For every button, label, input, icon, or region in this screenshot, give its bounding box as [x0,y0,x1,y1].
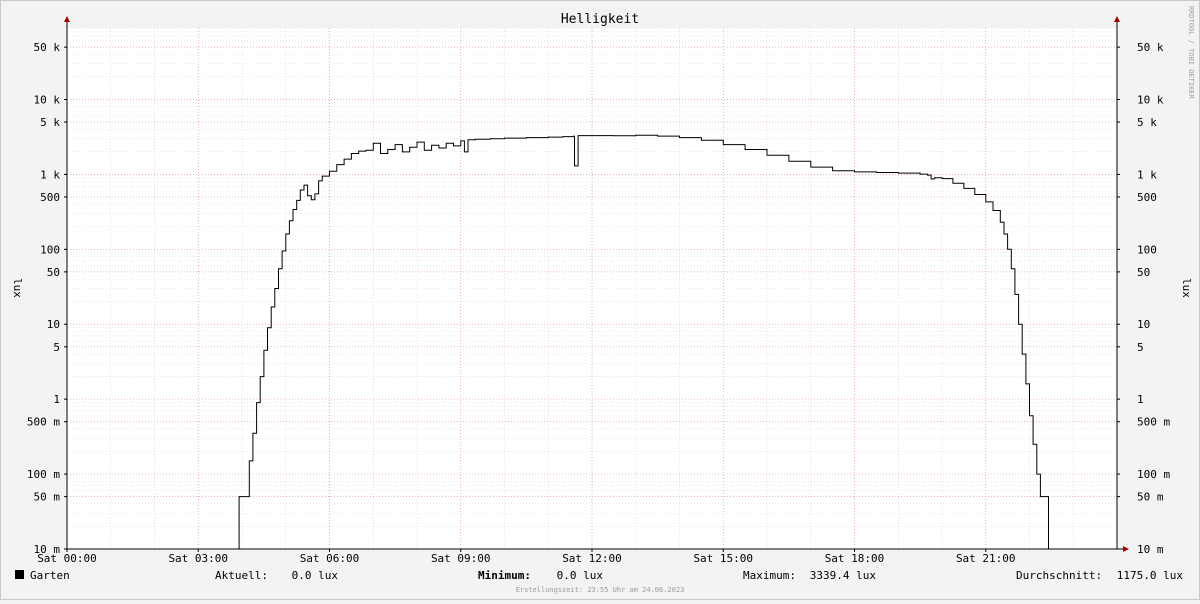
legend-minimum-label: Minimum: [478,569,531,582]
y-tick-label-right: 10 [1137,318,1150,331]
y-tick-label-right: 1 [1137,393,1144,406]
x-tick-label: Sat 06:00 [300,552,360,565]
legend-average-value: 1175.0 lux [1117,569,1184,582]
x-tick-label: Sat 15:00 [693,552,753,565]
y-tick-label-left: 50 [47,266,60,279]
x-tick-label: Sat 00:00 [37,552,97,565]
legend-swatch [15,570,24,579]
x-tick-label: Sat 21:00 [956,552,1016,565]
legend-current-label: Aktuell: [215,569,268,582]
legend-maximum-value: 3339.4 lux [810,569,877,582]
y-tick-label-right: 50 [1137,266,1150,279]
y-tick-label-left: 5 [53,341,60,354]
y-tick-label-left: 100 m [27,468,60,481]
y-tick-label-right: 50 m [1137,491,1164,504]
legend-minimum-value: 0.0 lux [557,569,604,582]
y-tick-label-right: 10 k [1137,93,1164,106]
y-tick-label-left: 500 [40,191,60,204]
x-tick-label: Sat 18:00 [825,552,885,565]
y-tick-label-left: 500 m [27,416,60,429]
legend-series-name: Garten [30,569,70,582]
y-tick-label-right: 50 k [1137,41,1164,54]
creation-timestamp: Erstellungszeit: 23:55 Uhr am 24.06.2023 [516,586,685,594]
y-tick-label-right: 1 k [1137,168,1157,181]
y-tick-label-right: 500 m [1137,416,1170,429]
y-tick-label-left: 5 k [40,116,60,129]
y-tick-label-right: 10 m [1137,543,1164,556]
y-tick-label-right: 5 k [1137,116,1157,129]
y-tick-label-left: 1 [53,393,60,406]
brightness-chart: 10 m 10 m50 m 50 m100 m 100 m500 m 500 m1 15 5… [0,0,1200,600]
y-axis-label-left: lux [11,278,24,298]
x-tick-label: Sat 09:00 [431,552,491,565]
y-tick-label-left: 50 m [34,491,61,504]
x-tick-label: Sat 03:00 [168,552,228,565]
chart-figure: 10 m 10 m 50 m 50 m 100 m 100 m 500 m 500 m1155… [0,0,1200,600]
legend-maximum-label: Maximum: [743,569,796,582]
y-tick-label-right: 100 m [1137,468,1170,481]
y-tick-label-left: 100 [40,243,60,256]
y-tick-label-right: 100 [1137,243,1157,256]
y-axis-label-right: lux [1180,278,1193,298]
y-tick-label-right: 500 [1137,191,1157,204]
y-tick-label-left: 10 [47,318,60,331]
y-tick-label-right: 5 [1137,341,1144,354]
x-tick-label: Sat 12:00 [562,552,622,565]
legend-average-label: Durchschnitt: [1016,569,1102,582]
legend-current-value: 0.0 lux [292,569,339,582]
watermark: RRDTOOL / TOBI OETIKER [1187,6,1195,100]
y-tick-label-left: 1 k [40,168,60,181]
y-tick-label-left: 50 k [34,41,61,54]
chart-title: Helligkeit [561,12,639,27]
y-tick-label-left: 10 k [34,93,61,106]
